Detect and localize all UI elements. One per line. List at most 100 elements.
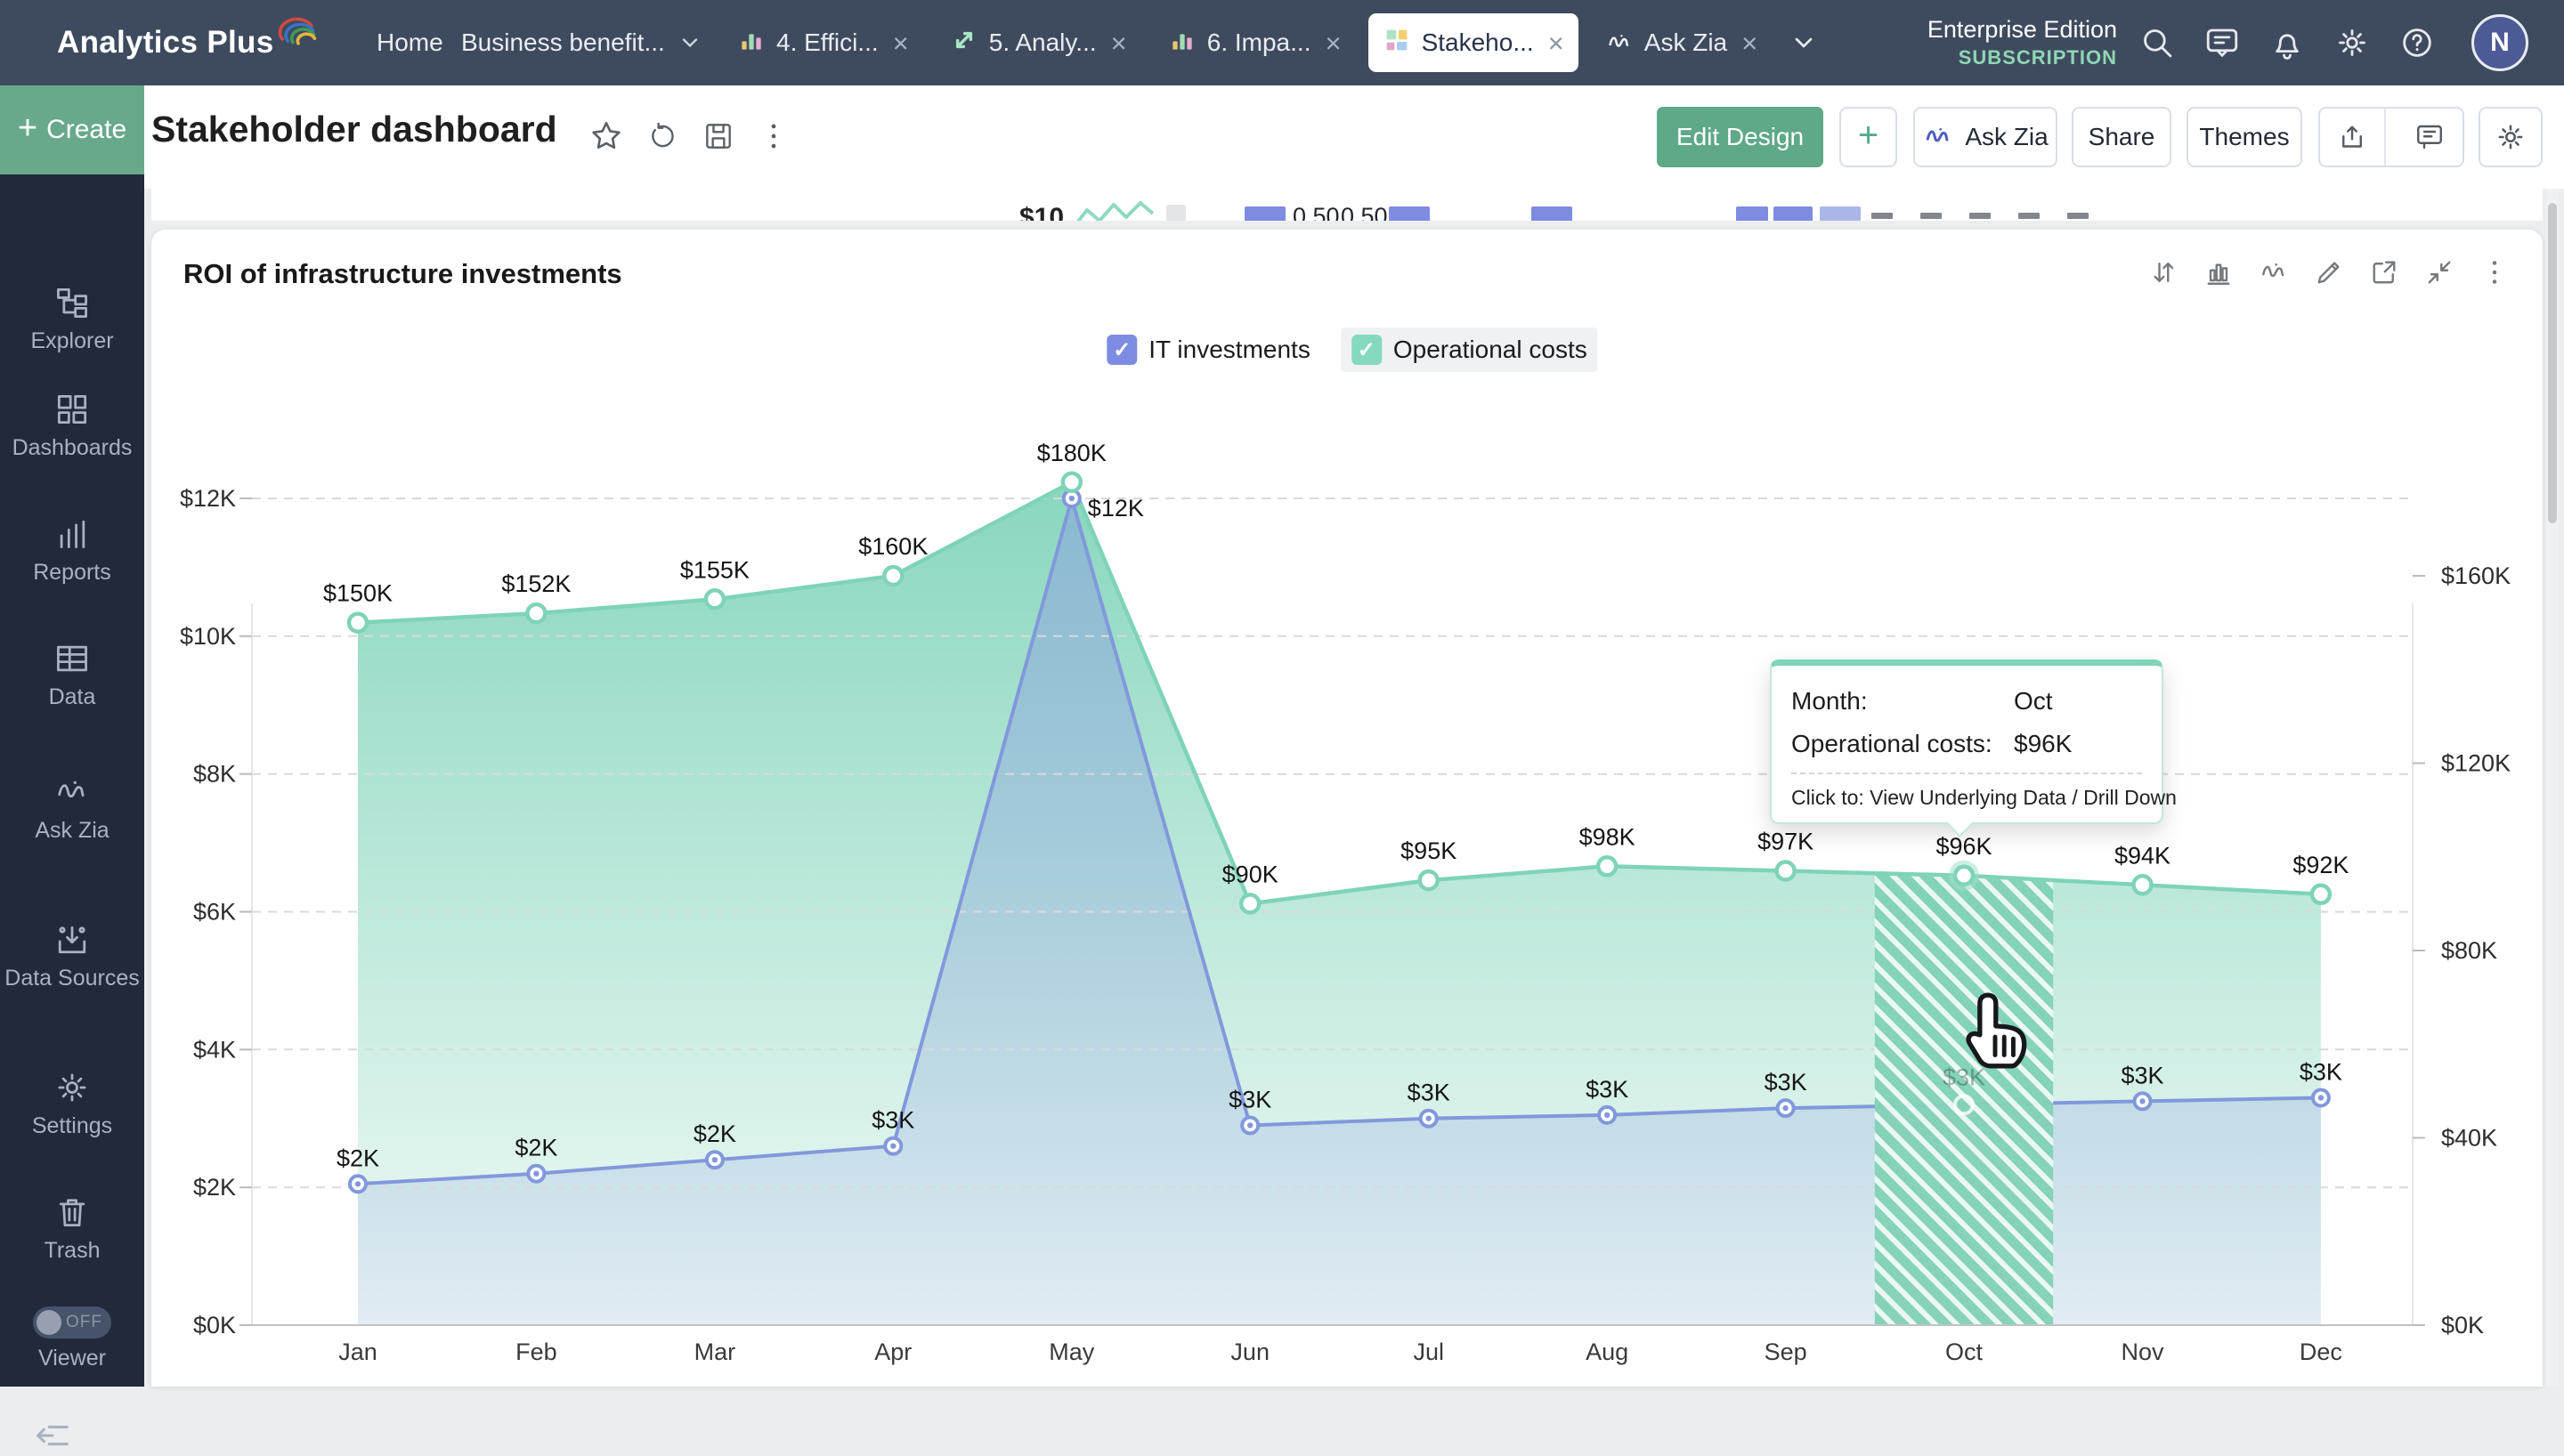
clipped-bar-number: 0.50: [1293, 203, 1340, 221]
svg-text:$3K: $3K: [1765, 1069, 1807, 1096]
checkbox-checked-icon[interactable]: ✓: [1107, 335, 1137, 365]
clipped-bar-fragment: [1245, 206, 1286, 221]
kebab-icon[interactable]: [2479, 256, 2511, 288]
zia-icon: [1605, 28, 1634, 57]
legend-item-operational-costs[interactable]: ✓Operational costs: [1341, 328, 1598, 372]
edition-badge: Enterprise Edition SUBSCRIPTION: [1896, 0, 2117, 85]
help-icon[interactable]: [2398, 24, 2436, 61]
gear-icon[interactable]: [2333, 24, 2371, 61]
legend-item-it-investments[interactable]: ✓IT investments: [1096, 328, 1321, 372]
close-icon[interactable]: ×: [1741, 29, 1757, 57]
save-icon[interactable]: [702, 119, 735, 153]
zia-icon[interactable]: [2258, 256, 2290, 288]
nav-home[interactable]: Home: [377, 0, 443, 85]
sidebar-item-dashboards[interactable]: Dashboards: [0, 390, 144, 462]
refresh-icon[interactable]: [646, 119, 680, 153]
bar-chart-icon: [1168, 26, 1197, 61]
close-icon[interactable]: ×: [1325, 29, 1341, 57]
add-widget-button[interactable]: +: [1839, 107, 1897, 167]
chart-type-icon[interactable]: [2203, 256, 2235, 288]
tab-stakeho[interactable]: Stakeho... ×: [1368, 13, 1578, 72]
toggle-knob: [37, 1310, 61, 1335]
clipped-bar-fragment: [1773, 206, 1813, 221]
zoho-swoosh-icon: [275, 11, 318, 53]
vertical-scrollbar[interactable]: [2546, 189, 2559, 1387]
viewer-toggle[interactable]: OFF: [33, 1306, 111, 1339]
sidebar-item-data-sources[interactable]: Data Sources: [0, 920, 144, 992]
sidebar-item-reports[interactable]: Reports: [0, 514, 144, 586]
swap-axes-icon[interactable]: [2147, 256, 2179, 288]
svg-text:$0K: $0K: [2441, 1312, 2484, 1339]
gear-icon: [2494, 120, 2527, 154]
app-logo[interactable]: Analytics Plus: [57, 0, 318, 85]
edit-design-label: Edit Design: [1676, 123, 1804, 151]
svg-text:$3K: $3K: [1408, 1080, 1450, 1106]
sidebar-item-data[interactable]: Data: [0, 639, 144, 711]
ask-zia-button[interactable]: Ask Zia: [1913, 107, 2057, 167]
kebab-icon[interactable]: [757, 119, 791, 153]
trend-arrows-icon: [950, 26, 978, 61]
clipped-widget-fragment: [1166, 205, 1186, 221]
clipped-bar-fragment: [1736, 206, 1768, 221]
settings-icon: [0, 1068, 144, 1107]
tab-label: 4. Effici...: [776, 28, 879, 57]
sidebar-item-settings[interactable]: Settings: [0, 1068, 144, 1140]
sidebar-item-trash[interactable]: Trash: [0, 1193, 144, 1265]
svg-text:Apr: Apr: [874, 1339, 912, 1365]
nav-workspace-menu[interactable]: Business benefit...: [461, 0, 702, 85]
roi-chart[interactable]: $3K$2K$2K$2K$3K$12K$3K$3K$3K$3K$3K$3K$15…: [151, 230, 2543, 1387]
clipped-bar-fragment: [1820, 206, 1861, 221]
themes-button[interactable]: Themes: [2187, 107, 2302, 167]
svg-text:$90K: $90K: [1222, 861, 1278, 887]
svg-text:$12K: $12K: [180, 485, 236, 512]
sidebar-item-label: Dashboards: [0, 434, 144, 462]
open-in-new-icon[interactable]: [2368, 256, 2400, 288]
sidebar: + Create OFF Viewer ExplorerDashboardsRe…: [0, 85, 144, 1387]
chart-card: ROI of infrastructure investments ✓IT in…: [151, 230, 2543, 1387]
svg-text:May: May: [1049, 1339, 1095, 1365]
edit-design-button[interactable]: Edit Design: [1657, 107, 1823, 167]
tab-5-analy[interactable]: 5. Analy... ×: [936, 13, 1141, 72]
collapse-sidebar-icon[interactable]: [32, 1415, 73, 1456]
clipped-bar-fragment: [1531, 206, 1572, 221]
create-button[interactable]: + Create: [0, 85, 144, 174]
svg-text:$120K: $120K: [2441, 750, 2511, 777]
svg-text:Oct: Oct: [1945, 1339, 1984, 1365]
comment-button[interactable]: [2397, 109, 2463, 166]
sidebar-item-explorer[interactable]: Explorer: [0, 283, 144, 355]
chat-icon[interactable]: [2203, 24, 2241, 61]
svg-text:$4K: $4K: [193, 1036, 236, 1063]
share-button[interactable]: Share: [2072, 107, 2171, 167]
avatar[interactable]: N: [2471, 14, 2528, 71]
export-button[interactable]: [2320, 109, 2386, 166]
tab-label: Stakeho...: [1422, 28, 1534, 57]
tab-label: 5. Analy...: [989, 28, 1097, 57]
more-tabs-chevron-icon[interactable]: [1789, 28, 1818, 57]
checkbox-checked-icon[interactable]: ✓: [1351, 335, 1382, 365]
tab-6-impa[interactable]: 6. Impa...×: [1154, 13, 1356, 72]
svg-text:$155K: $155K: [680, 556, 750, 583]
close-icon[interactable]: ×: [1548, 29, 1564, 57]
bell-icon[interactable]: [2268, 24, 2306, 61]
scrollbar-thumb[interactable]: [2548, 203, 2557, 523]
close-icon[interactable]: ×: [893, 29, 909, 57]
svg-text:Nov: Nov: [2121, 1339, 2164, 1365]
search-icon[interactable]: [2138, 24, 2176, 61]
edition-name: Enterprise Edition: [1896, 16, 2117, 44]
svg-text:$96K: $96K: [1935, 833, 1992, 860]
zia-icon: [0, 772, 144, 812]
edit-icon[interactable]: [2313, 256, 2345, 288]
clipped-widget-row: $10 0.500.50: [151, 189, 2543, 221]
tab-ask-zia[interactable]: Ask Zia×: [1591, 13, 1772, 72]
svg-text:Jun: Jun: [1230, 1339, 1270, 1365]
dashboard-settings-button[interactable]: [2479, 107, 2543, 167]
close-icon[interactable]: ×: [1111, 29, 1127, 57]
star-icon[interactable]: [588, 117, 625, 155]
trash-icon: [0, 1193, 144, 1232]
data-icon: [0, 639, 144, 678]
sidebar-item-ask-zia[interactable]: Ask Zia: [0, 772, 144, 845]
collapse-icon[interactable]: [2423, 256, 2455, 288]
svg-text:Feb: Feb: [515, 1339, 557, 1365]
svg-text:$152K: $152K: [501, 570, 571, 597]
tab-4-effici[interactable]: 4. Effici... ×: [723, 13, 923, 72]
